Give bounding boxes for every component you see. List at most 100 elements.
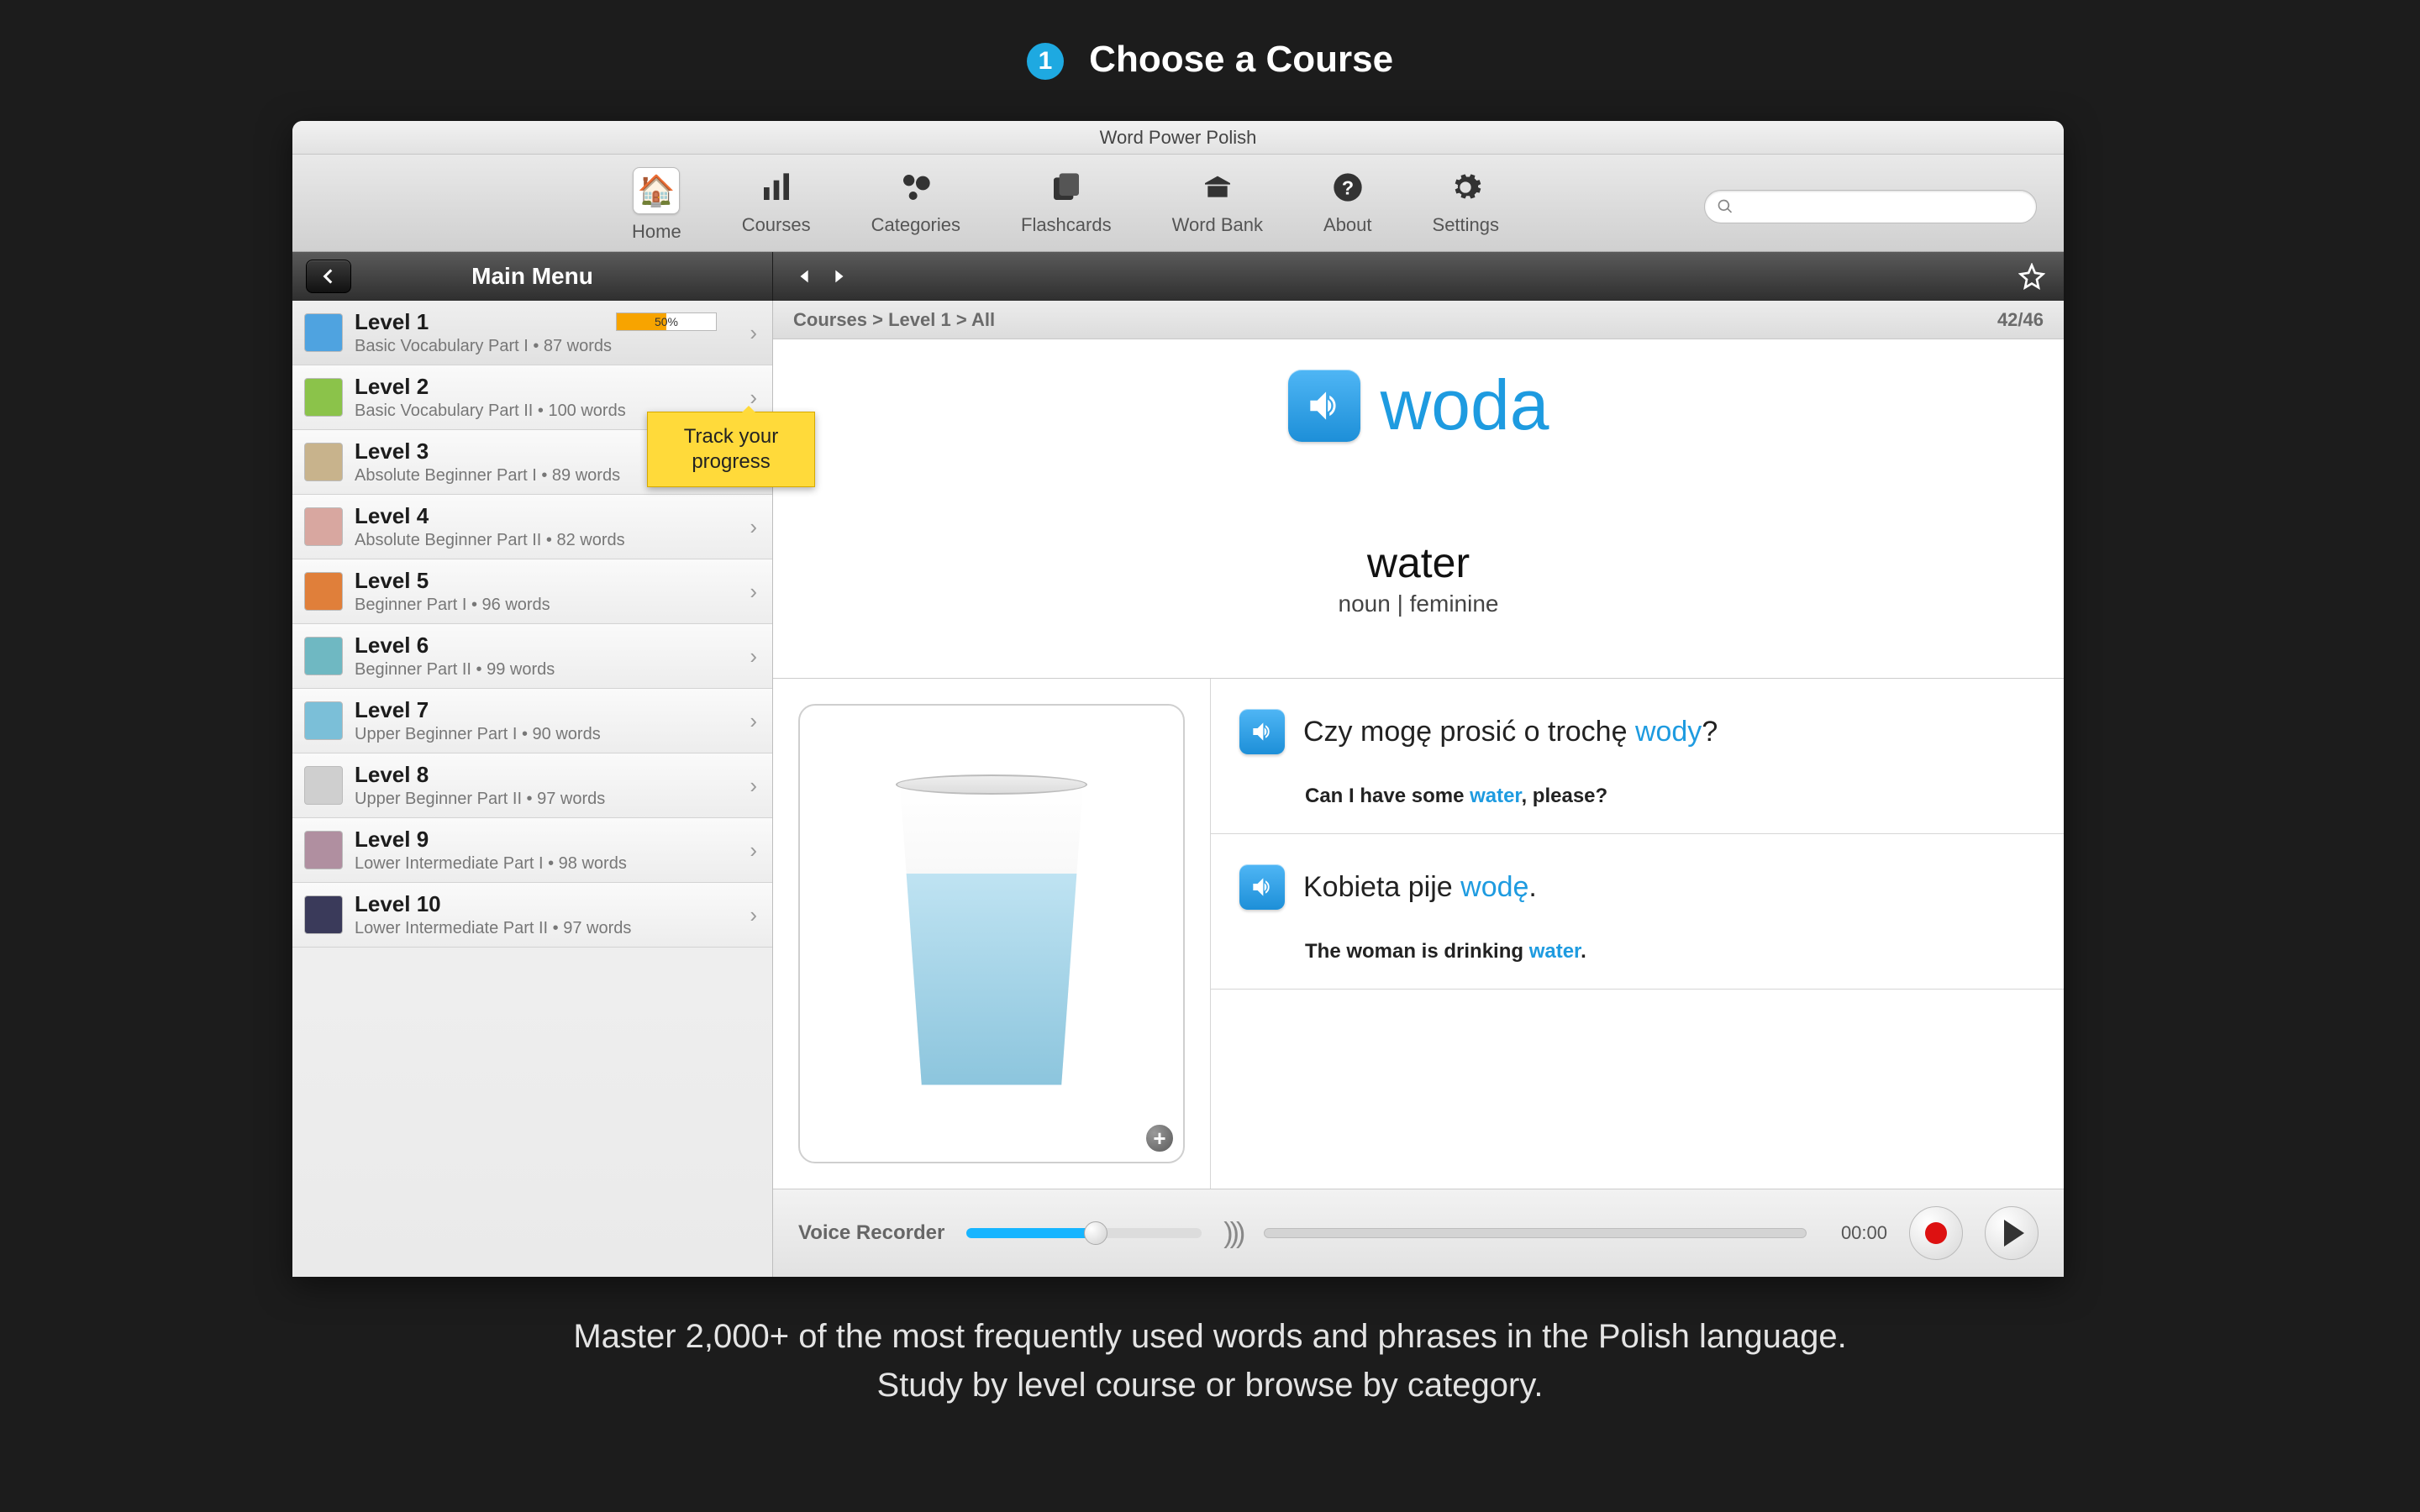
breadcrumb: Courses > Level 1 > All (793, 309, 995, 331)
level-thumb (304, 895, 343, 934)
toolbar-flashcards[interactable]: Flashcards (1021, 167, 1112, 243)
chevron-right-icon: › (750, 837, 757, 864)
level-thumb (304, 313, 343, 352)
toolbar-home[interactable]: 🏠 Home (632, 167, 681, 243)
sidebar-level-row[interactable]: Level 1 Basic Vocabulary Part I • 87 wor… (292, 301, 772, 365)
level-title: Level 2 (355, 374, 750, 400)
wordbank-icon (1197, 167, 1238, 207)
level-subtitle: Lower Intermediate Part II • 97 words (355, 919, 750, 938)
sidebar-level-row[interactable]: Level 9 Lower Intermediate Part I • 98 w… (292, 818, 772, 883)
toolbar-wordbank[interactable]: Word Bank (1172, 167, 1263, 243)
prev-card-button[interactable] (788, 260, 822, 293)
volume-slider[interactable] (966, 1228, 1202, 1238)
callout-line-1: Track your (666, 424, 796, 449)
toolbar-wordbank-label: Word Bank (1172, 214, 1263, 236)
level-subtitle: Beginner Part I • 96 words (355, 596, 750, 615)
level-thumb (304, 378, 343, 417)
level-subtitle: Beginner Part II • 99 words (355, 660, 750, 680)
question-icon: ? (1328, 167, 1368, 207)
search-input[interactable] (1740, 196, 2024, 218)
chevron-right-icon: › (750, 579, 757, 605)
callout-line-2: progress (666, 449, 796, 475)
back-button[interactable] (306, 260, 351, 293)
sidebar-level-row[interactable]: Level 4 Absolute Beginner Part II • 82 w… (292, 495, 772, 559)
plus-icon: + (1153, 1126, 1165, 1152)
toolbar-settings[interactable]: Settings (1433, 167, 1500, 243)
level-subtitle: Upper Beginner Part I • 90 words (355, 725, 750, 744)
arrow-left-icon (318, 265, 339, 287)
search-input-wrap[interactable] (1704, 190, 2037, 223)
level-title: Level 4 (355, 503, 750, 529)
volume-thumb[interactable] (1084, 1221, 1107, 1245)
chevron-right-icon: › (750, 320, 757, 346)
playback-track[interactable] (1264, 1228, 1807, 1238)
play-example-audio-button[interactable] (1239, 709, 1285, 754)
level-thumb (304, 701, 343, 740)
examples-list: Czy mogę prosić o trochę wody? Can I hav… (1210, 679, 2064, 1189)
playback-time: 00:00 (1828, 1222, 1887, 1244)
breadcrumb-bar: Courses > Level 1 > All 42/46 (773, 301, 2064, 339)
toolbar-flashcards-label: Flashcards (1021, 214, 1112, 236)
level-progress: 50% (616, 312, 717, 331)
record-button[interactable] (1909, 1206, 1963, 1260)
favorite-button[interactable] (2015, 260, 2049, 293)
level-subtitle: Lower Intermediate Part I • 98 words (355, 854, 750, 874)
word-hero: woda water noun | feminine (773, 339, 2064, 679)
next-card-button[interactable] (822, 260, 855, 293)
image-frame: + (798, 704, 1185, 1163)
tagline-line-1: Master 2,000+ of the most frequently use… (0, 1312, 2420, 1361)
sidebar-header: Main Menu (292, 252, 773, 301)
water-glass-illustration (882, 783, 1101, 1085)
svg-text:?: ? (1342, 176, 1354, 198)
play-button[interactable] (1985, 1206, 2039, 1260)
image-card: + (773, 679, 1210, 1189)
example-row: Kobieta pije wodę. The woman is drinking… (1211, 834, 2064, 990)
app-window: Word Power Polish 🏠 Home Courses Categor… (292, 121, 2064, 1277)
sound-wave-icon: ))) (1223, 1217, 1242, 1250)
sidebar-level-row[interactable]: Level 7 Upper Beginner Part I • 90 words… (292, 689, 772, 753)
window-title: Word Power Polish (292, 121, 2064, 155)
record-icon (1925, 1222, 1947, 1244)
example-translation: Can I have some water, please? (1305, 785, 2035, 808)
sidebar-level-row[interactable]: Level 10 Lower Intermediate Part II • 97… (292, 883, 772, 948)
example-sentence: Czy mogę prosić o trochę wody? (1303, 716, 1718, 748)
play-word-audio-button[interactable] (1288, 370, 1360, 442)
headword: woda (1381, 365, 1549, 446)
sidebar-level-row[interactable]: Level 8 Upper Beginner Part II • 97 word… (292, 753, 772, 818)
toolbar-settings-label: Settings (1433, 214, 1500, 236)
sidebar-header-label: Main Menu (471, 263, 593, 290)
chevron-right-icon: › (750, 514, 757, 540)
level-thumb (304, 831, 343, 869)
chevron-right-icon: › (750, 643, 757, 669)
speaker-icon (1303, 385, 1345, 427)
level-subtitle: Basic Vocabulary Part I • 87 words (355, 337, 750, 356)
toolbar-courses-label: Courses (742, 214, 811, 236)
toolbar-home-label: Home (632, 221, 681, 243)
level-thumb (304, 637, 343, 675)
level-title: Level 8 (355, 762, 750, 788)
example-translation: The woman is drinking water. (1305, 940, 2035, 963)
sidebar-level-row[interactable]: Level 5 Beginner Part I • 96 words › (292, 559, 772, 624)
flashcards-icon (1046, 167, 1086, 207)
level-title: Level 6 (355, 633, 750, 659)
speaker-icon (1249, 718, 1276, 745)
chart-icon (756, 167, 797, 207)
level-subtitle: Absolute Beginner Part II • 82 words (355, 531, 750, 550)
step-number-badge: 1 (1027, 43, 1064, 80)
level-thumb (304, 507, 343, 546)
grammar-info: noun | feminine (773, 591, 2064, 617)
page-tagline: Master 2,000+ of the most frequently use… (0, 1312, 2420, 1410)
tagline-line-2: Study by level course or browse by categ… (0, 1361, 2420, 1410)
toolbar-about[interactable]: ? About (1323, 167, 1372, 243)
zoom-image-button[interactable]: + (1144, 1123, 1175, 1153)
toolbar-courses[interactable]: Courses (742, 167, 811, 243)
gear-icon (1445, 167, 1486, 207)
sidebar-level-row[interactable]: Level 6 Beginner Part II • 99 words › (292, 624, 772, 689)
level-thumb (304, 572, 343, 611)
toolbar-categories[interactable]: Categories (871, 167, 960, 243)
step-title-text: Choose a Course (1089, 39, 1393, 80)
categories-icon (896, 167, 936, 207)
toolbar: 🏠 Home Courses Categories Flashcards (292, 155, 2064, 252)
chevron-right-icon: › (750, 773, 757, 799)
play-example-audio-button[interactable] (1239, 864, 1285, 910)
